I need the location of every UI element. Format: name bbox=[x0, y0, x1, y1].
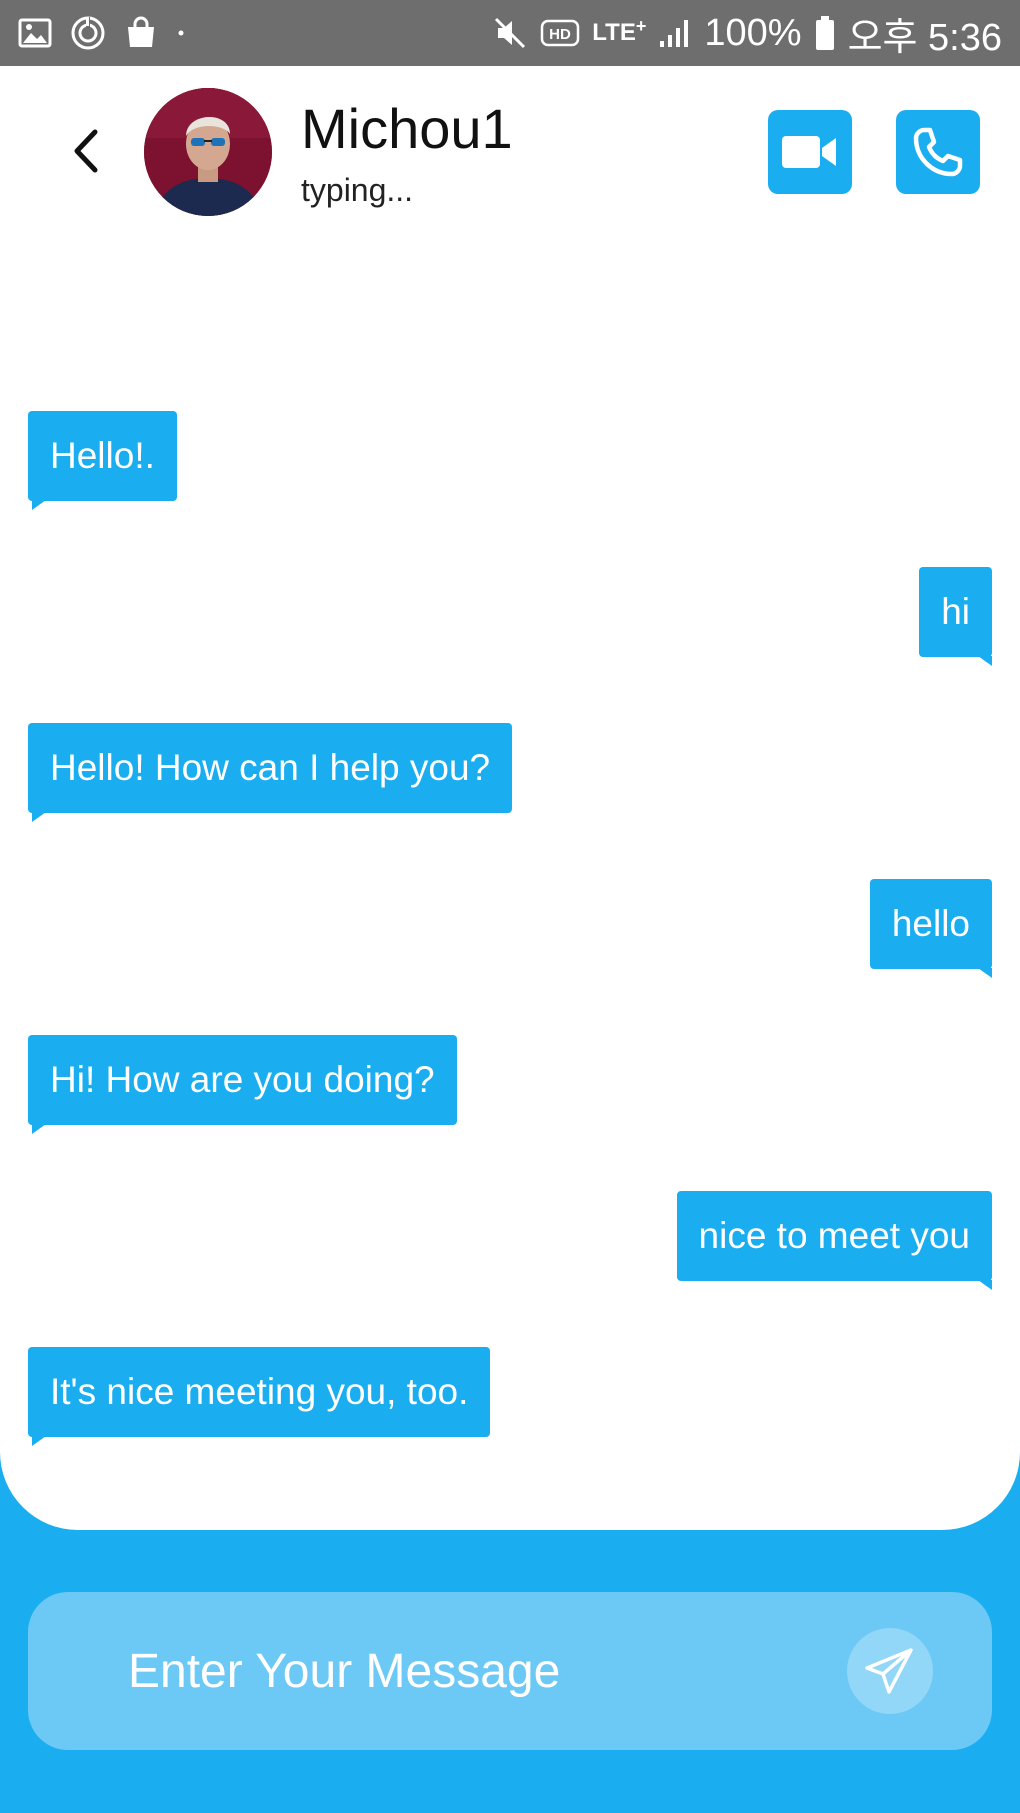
network-type: LTE + bbox=[592, 16, 647, 46]
status-right: HD LTE + 100% 오후 5:36 bbox=[492, 6, 1002, 61]
battery-percent: 100% bbox=[704, 11, 802, 54]
clock: 오후 5:36 bbox=[847, 16, 1002, 59]
bag-icon bbox=[124, 16, 158, 50]
battery-icon bbox=[814, 15, 836, 51]
dot-icon bbox=[176, 28, 186, 38]
status-left bbox=[18, 15, 186, 51]
status-bar: HD LTE + 100% 오후 5:36 bbox=[0, 0, 1020, 66]
message-bubble[interactable]: Hello! How can I help you? bbox=[28, 723, 513, 822]
paper-plane-icon bbox=[865, 1648, 913, 1694]
message-bubble[interactable]: Hi! How are you doing? bbox=[28, 1035, 457, 1134]
gallery-icon bbox=[18, 18, 52, 48]
message-composer bbox=[28, 1592, 992, 1750]
message-bubble[interactable]: It's nice meeting you, too. bbox=[28, 1347, 491, 1446]
sync-icon bbox=[70, 15, 106, 51]
message-bubble[interactable]: nice to meet you bbox=[676, 1191, 993, 1290]
message-bubble[interactable]: hi bbox=[919, 567, 992, 666]
send-button[interactable] bbox=[847, 1628, 933, 1714]
message-input[interactable] bbox=[128, 1592, 828, 1750]
message-bubble[interactable]: hello bbox=[869, 879, 993, 978]
hd-icon: HD bbox=[540, 18, 580, 48]
svg-text:HD: HD bbox=[549, 26, 571, 43]
chat-panel: Michou1 typing... Hello!. hi Hello! How … bbox=[0, 66, 1020, 1530]
message-bubble[interactable]: Hello!. bbox=[28, 411, 177, 510]
signal-icon bbox=[658, 17, 692, 49]
message-list: Hello!. hi Hello! How can I help you? he… bbox=[0, 66, 1020, 1530]
mute-icon bbox=[492, 15, 528, 51]
